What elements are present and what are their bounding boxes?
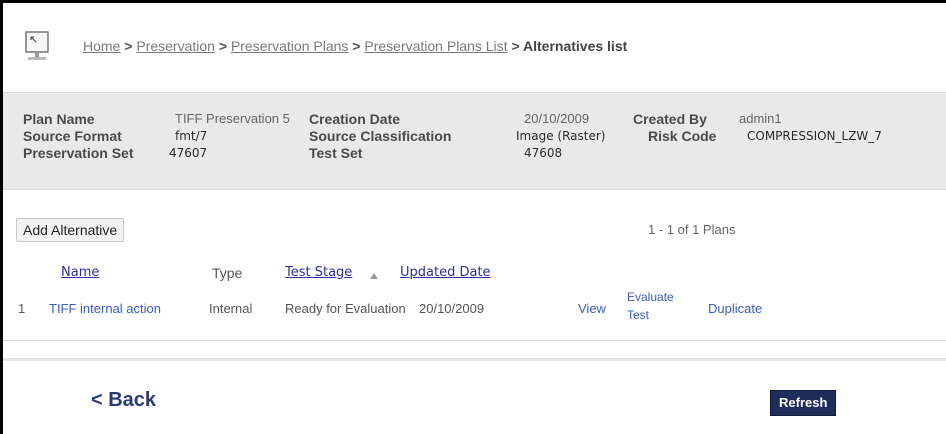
preservation-set-label: Preservation Set [23, 145, 134, 161]
breadcrumb: Home > Preservation > Preservation Plans… [83, 38, 627, 54]
test-set-label: Test Set [309, 145, 363, 161]
breadcrumb-preservation-plans-list[interactable]: Preservation Plans List [364, 38, 507, 54]
row-name-link[interactable]: TIFF internal action [49, 301, 161, 316]
row-updated-date: 20/10/2009 [419, 301, 485, 316]
back-link[interactable]: < Back [91, 389, 156, 412]
test-set-value: 47608 [524, 146, 563, 160]
preservation-set-value: 47607 [169, 146, 208, 160]
view-link[interactable]: View [578, 301, 606, 316]
source-format-label: Source Format [23, 128, 122, 144]
risk-code-label: Risk Code [648, 128, 717, 144]
breadcrumb-separator: > [218, 38, 231, 54]
page-header: Home > Preservation > Preservation Plans… [3, 3, 946, 85]
add-alternative-button[interactable]: Add Alternative [16, 218, 125, 242]
breadcrumb-current: Alternatives list [523, 38, 628, 54]
window: Home > Preservation > Preservation Plans… [0, 0, 946, 434]
created-by-label: Created By [633, 111, 707, 127]
source-classification-label: Source Classification [309, 128, 452, 144]
evaluate-test-link-line2[interactable]: Test [627, 308, 649, 322]
sort-ascending-icon [370, 273, 378, 279]
row-divider [3, 340, 946, 341]
monitor-icon [25, 31, 49, 60]
page-footer: < Back Refresh [3, 358, 946, 434]
breadcrumb-preservation-plans[interactable]: Preservation Plans [231, 38, 349, 54]
plan-name-label: Plan Name [23, 111, 95, 127]
column-header-test-stage[interactable]: Test Stage [285, 265, 352, 280]
plan-info-panel: Plan Name TIFF Preservation 5 Source For… [3, 92, 946, 190]
row-index: 1 [18, 301, 26, 316]
column-header-type: Type [212, 265, 243, 281]
row-type: Internal [209, 301, 253, 316]
pagination-count: 1 - 1 of 1 Plans [648, 222, 736, 237]
creation-date-label: Creation Date [309, 111, 401, 127]
alternatives-table: Name Type Test Stage Updated Date 1 TIFF… [3, 250, 946, 345]
source-classification-value: Image (Raster) [516, 129, 606, 143]
evaluate-test-link[interactable]: Evaluate [627, 290, 674, 304]
created-by-value: admin1 [739, 111, 782, 126]
row-test-stage: Ready for Evaluation [285, 301, 406, 316]
plan-name-value: TIFF Preservation 5 [175, 111, 290, 126]
duplicate-link[interactable]: Duplicate [708, 301, 762, 316]
breadcrumb-separator: > [511, 38, 523, 54]
risk-code-value: COMPRESSION_LZW_7 [747, 129, 882, 143]
breadcrumb-preservation[interactable]: Preservation [136, 38, 215, 54]
refresh-button[interactable]: Refresh [770, 390, 837, 416]
column-header-updated-date[interactable]: Updated Date [400, 265, 491, 280]
column-header-name[interactable]: Name [61, 265, 99, 280]
creation-date-value: 20/10/2009 [524, 111, 590, 126]
breadcrumb-home[interactable]: Home [83, 38, 120, 54]
breadcrumb-separator: > [352, 38, 365, 54]
breadcrumb-separator: > [124, 38, 137, 54]
actions-row: Add Alternative 1 - 1 of 1 Plans [3, 200, 946, 250]
source-format-value: fmt/7 [175, 129, 208, 143]
